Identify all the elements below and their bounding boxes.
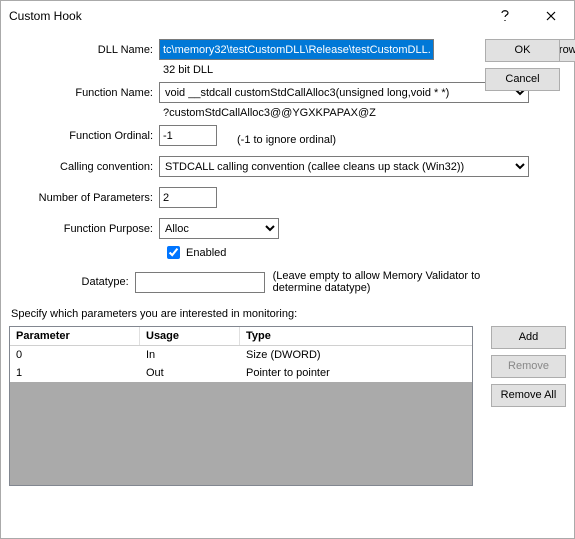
help-button[interactable]	[482, 1, 528, 31]
datatype-note: (Leave empty to allow Memory Validator t…	[273, 270, 529, 294]
ordinal-note: (-1 to ignore ordinal)	[237, 134, 336, 146]
close-icon	[546, 11, 556, 21]
table-row[interactable]: 0 In Size (DWORD)	[10, 346, 472, 364]
cell-type: Size (DWORD)	[240, 346, 472, 364]
num-params-field[interactable]	[159, 187, 217, 208]
enabled-label: Enabled	[186, 247, 226, 259]
function-ordinal-label: Function Ordinal:	[9, 130, 159, 142]
function-purpose-select[interactable]: Alloc	[159, 218, 279, 239]
dll-name-field[interactable]	[159, 39, 434, 60]
bit-note: 32 bit DLL	[163, 64, 213, 76]
col-usage[interactable]: Usage	[140, 327, 240, 345]
cell-usage: Out	[140, 364, 240, 382]
cell-type: Pointer to pointer	[240, 364, 472, 382]
function-name-select[interactable]: void __stdcall customStdCallAlloc3(unsig…	[159, 82, 529, 103]
function-ordinal-field[interactable]	[159, 125, 217, 146]
help-icon	[500, 9, 510, 23]
calling-convention-label: Calling convention:	[9, 161, 159, 173]
cell-param: 0	[10, 346, 140, 364]
col-parameter[interactable]: Parameter	[10, 327, 140, 345]
ok-button[interactable]: OK	[485, 39, 560, 62]
custom-hook-dialog: Custom Hook DLL Name: 32 bit DLL Functio…	[0, 0, 575, 539]
decorated-name: ?customStdCallAlloc3@@YGXKPAPAX@Z	[163, 107, 376, 119]
function-name-label: Function Name:	[9, 87, 159, 99]
datatype-field[interactable]	[135, 272, 265, 293]
remove-button[interactable]: Remove	[491, 355, 566, 378]
dialog-body: DLL Name: 32 bit DLL Function Name: void…	[1, 31, 574, 538]
close-button[interactable]	[528, 1, 574, 31]
cell-usage: In	[140, 346, 240, 364]
table-row[interactable]: 1 Out Pointer to pointer	[10, 364, 472, 382]
window-title: Custom Hook	[9, 9, 482, 23]
enabled-checkbox[interactable]	[167, 246, 180, 259]
titlebar: Custom Hook	[1, 1, 574, 31]
monitoring-section-label: Specify which parameters you are interes…	[11, 308, 566, 320]
cell-param: 1	[10, 364, 140, 382]
table-header: Parameter Usage Type	[10, 327, 472, 346]
col-type[interactable]: Type	[240, 327, 472, 345]
dll-name-label: DLL Name:	[9, 44, 159, 56]
calling-convention-select[interactable]: STDCALL calling convention (callee clean…	[159, 156, 529, 177]
parameters-table[interactable]: Parameter Usage Type 0 In Size (DWORD) 1…	[9, 326, 473, 486]
function-purpose-label: Function Purpose:	[9, 223, 159, 235]
num-params-label: Number of Parameters:	[9, 192, 159, 204]
cancel-button[interactable]: Cancel	[485, 68, 560, 91]
add-button[interactable]: Add	[491, 326, 566, 349]
datatype-label: Datatype:	[9, 276, 135, 288]
remove-all-button[interactable]: Remove All	[491, 384, 566, 407]
